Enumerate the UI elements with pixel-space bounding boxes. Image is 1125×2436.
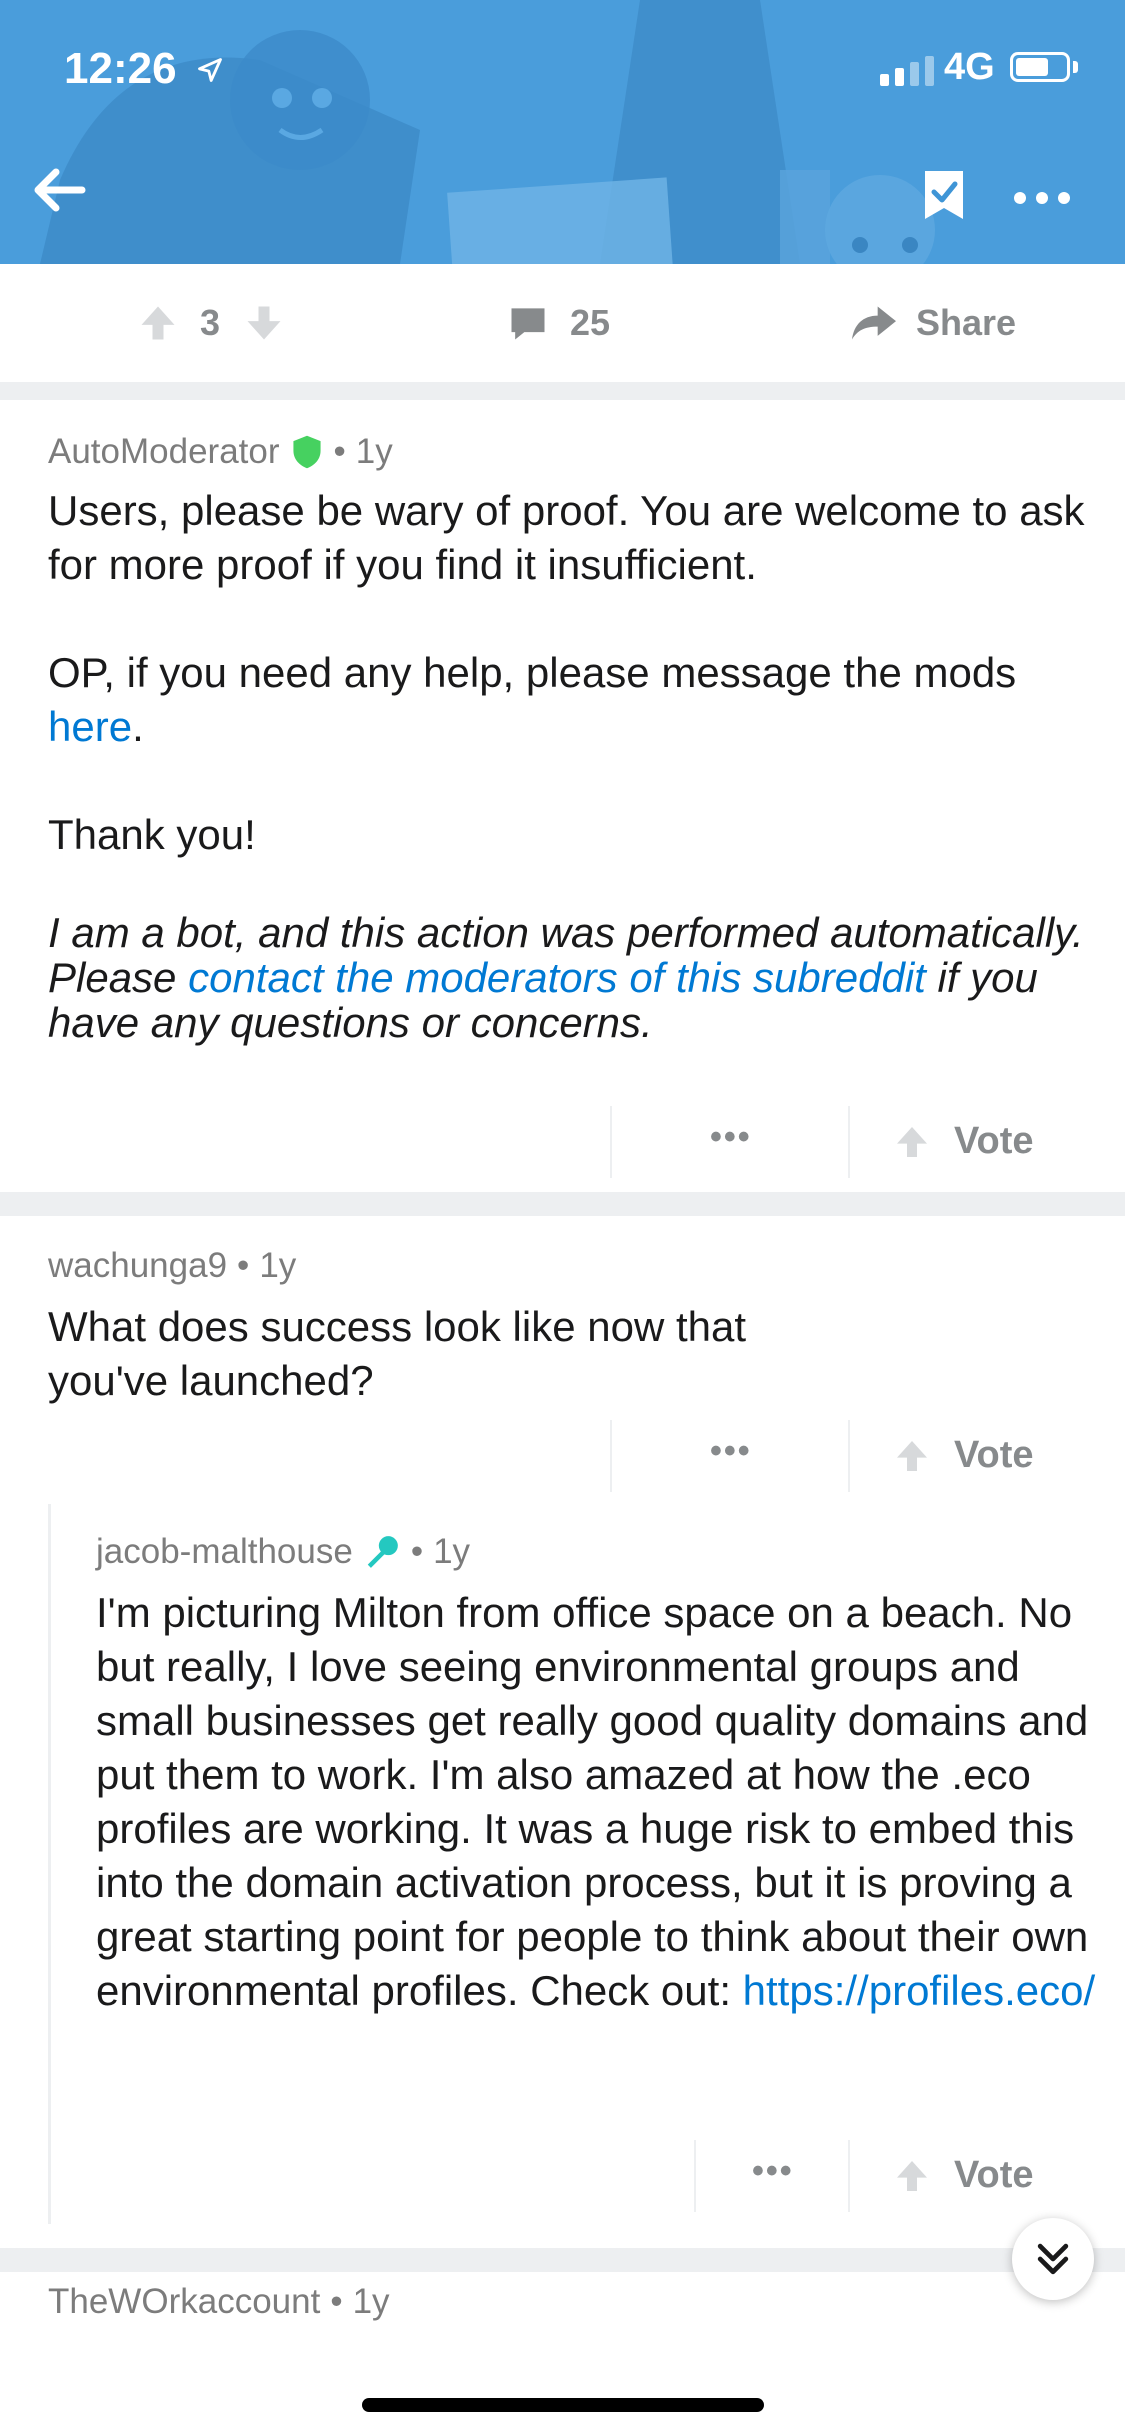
divider — [848, 1420, 850, 1492]
contact-moderators-link[interactable]: contact the moderators of this subreddit — [188, 954, 926, 1001]
location-arrow-icon — [198, 58, 222, 82]
comments-button[interactable]: 25 — [506, 264, 610, 382]
home-indicator — [362, 2398, 764, 2412]
divider — [610, 1420, 612, 1492]
here-link[interactable]: here — [48, 703, 132, 750]
meta-dot: • — [333, 432, 346, 471]
comment-icon — [511, 308, 545, 340]
back-arrow-icon[interactable] — [30, 160, 90, 220]
vote-button[interactable]: Vote — [892, 1120, 1034, 1163]
comment-age: 1y — [259, 1246, 297, 1285]
battery-nub — [1073, 61, 1078, 73]
moderator-shield-icon — [292, 435, 321, 469]
vote-group: 3 — [136, 264, 286, 382]
vote-label: Vote — [954, 2154, 1034, 2196]
comment-body: Users, please be wary of proof. You are … — [48, 484, 1088, 1045]
comment-paragraph: Thank you! — [48, 811, 256, 858]
status-time: 12:26 — [64, 44, 177, 93]
comment-jacob-malthouse: jacob-malthouse • 1y I'm picturing Milto… — [0, 1500, 1125, 2240]
comment-age: 1y — [352, 2282, 390, 2321]
comment-body: What does success look like now that you… — [48, 1303, 747, 1404]
comment-paragraph: Users, please be wary of proof. You are … — [48, 487, 1085, 588]
divider — [694, 2140, 696, 2212]
upvote-icon — [897, 1126, 927, 1157]
meta-dot: • — [237, 1246, 250, 1285]
comment-action-bar: ••• Vote — [0, 2140, 1125, 2212]
divider — [0, 1192, 1125, 1216]
text-span: I'm picturing Milton from office space o… — [96, 1589, 1089, 2014]
comment-author[interactable]: AutoModerator — [48, 432, 280, 472]
bookmark-check-icon[interactable] — [922, 168, 966, 222]
chevrons-down-icon — [1037, 2243, 1069, 2275]
divider — [848, 2140, 850, 2212]
comment-action-bar: ••• Vote — [0, 1106, 1125, 1178]
downvote-icon[interactable] — [242, 301, 286, 345]
comment-age: 1y — [433, 1532, 471, 1571]
more-horizontal-icon[interactable] — [1012, 186, 1072, 210]
vote-button[interactable]: Vote — [892, 1434, 1034, 1477]
comment-meta: wachunga9 • 1y — [48, 1246, 296, 1286]
collapse-threads-button[interactable] — [1012, 2218, 1094, 2300]
microphone-icon — [367, 1536, 398, 1568]
post-header-image: 12:26 4G — [0, 0, 1125, 264]
comment-more-icon[interactable]: ••• — [710, 1118, 752, 1157]
comment-author[interactable]: jacob-malthouse — [96, 1532, 353, 1572]
upvote-icon — [897, 1440, 927, 1471]
vote-button[interactable]: Vote — [892, 2154, 1034, 2197]
meta-dot: • — [330, 2282, 343, 2321]
comment-action-bar: ••• Vote — [0, 1420, 1125, 1492]
comment-automoderator: AutoModerator • 1y Users, please be wary… — [0, 400, 1125, 1192]
share-button[interactable]: Share — [850, 264, 1016, 382]
upvote-icon — [897, 2160, 927, 2191]
divider — [0, 2248, 1125, 2272]
divider — [848, 1106, 850, 1178]
comment-meta: jacob-malthouse • 1y — [96, 1532, 470, 1572]
network-type: 4G — [944, 46, 995, 88]
battery-icon — [1010, 52, 1070, 82]
share-icon — [852, 306, 896, 340]
vote-label: Vote — [954, 1120, 1034, 1162]
text-span: . — [132, 703, 144, 750]
profiles-eco-link[interactable]: https://profiles.eco/ — [743, 1967, 1096, 2014]
comment-body: I'm picturing Milton from office space o… — [96, 1586, 1096, 2018]
bottom-area — [0, 2332, 1125, 2436]
bot-disclaimer: I am a bot, and this action was performe… — [48, 910, 1088, 1045]
comment-author[interactable]: wachunga9 — [48, 1246, 227, 1286]
header-photo — [0, 0, 1125, 264]
comment-meta: AutoModerator • 1y — [48, 432, 393, 472]
comment-paragraph: OP, if you need any help, please message… — [48, 646, 1088, 754]
post-action-bar: 3 25 Share — [0, 264, 1125, 382]
comment-meta: TheWOrkaccount • 1y — [48, 2282, 390, 2322]
share-label: Share — [916, 302, 1017, 343]
comment-age: 1y — [355, 432, 393, 471]
meta-dot: • — [410, 1532, 424, 1571]
text-span: OP, if you need any help, please message… — [48, 649, 1017, 696]
post-score: 3 — [200, 302, 221, 343]
divider — [610, 1106, 612, 1178]
comment-wachunga9: wachunga9 • 1y What does success look li… — [0, 1216, 1125, 1492]
comment-count: 25 — [570, 302, 611, 343]
divider — [0, 382, 1125, 400]
signal-icon — [880, 56, 934, 86]
comment-author[interactable]: TheWOrkaccount — [48, 2282, 320, 2322]
comment-more-icon[interactable]: ••• — [710, 1432, 752, 1471]
comment-more-icon[interactable]: ••• — [752, 2152, 794, 2191]
comment-theworkaccount: TheWOrkaccount • 1y — [0, 2272, 1125, 2332]
vote-label: Vote — [954, 1434, 1034, 1476]
upvote-icon[interactable] — [136, 301, 180, 345]
